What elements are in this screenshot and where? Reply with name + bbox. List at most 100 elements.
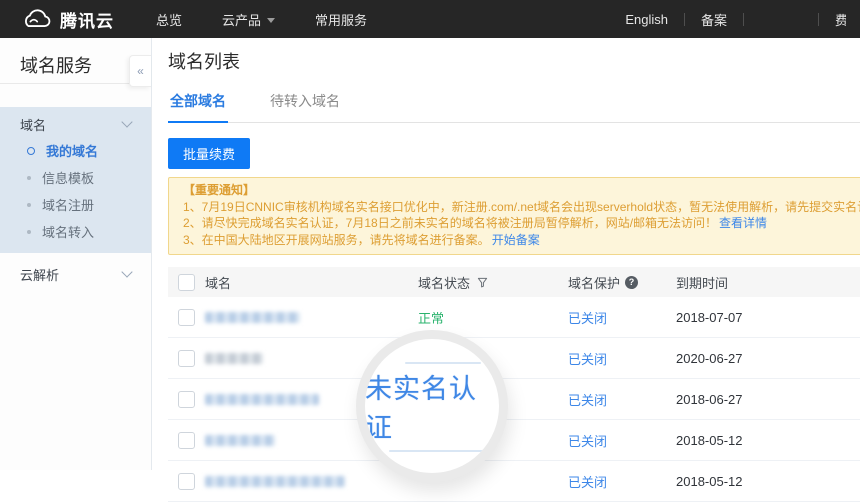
sidebar-group-header-dns[interactable]: 云解析 — [0, 261, 151, 287]
nav-item-label: 云产品 — [222, 10, 261, 29]
table-row: 正常 已关闭 2018-07-07 未开启 — [168, 297, 860, 338]
tab-bar: 全部域名 待转入域名 — [168, 91, 860, 123]
nav-right: English 备案 费 — [625, 10, 846, 29]
sidebar-group-domain: 域名 我的域名 信息模板 域名注册 域名转入 — [0, 107, 151, 253]
expire-date: 2020-06-27 — [676, 351, 808, 366]
sidebar-item-label: 信息模板 — [42, 168, 94, 187]
column-header-auto-renew: 自动续费 — [808, 273, 860, 292]
row-checkbox[interactable] — [178, 473, 195, 490]
sidebar-item-info-template[interactable]: 信息模板 — [0, 164, 151, 191]
domain-protection-link[interactable]: 已关闭 — [568, 349, 607, 368]
sidebar-group-header-domain[interactable]: 域名 — [0, 111, 151, 137]
sidebar-item-domain-transfer-in[interactable]: 域名转入 — [0, 218, 151, 245]
row-checkbox[interactable] — [178, 432, 195, 449]
chevron-down-icon — [121, 266, 132, 277]
column-header-protection: 域名保护 ? — [568, 273, 676, 292]
watermark-text: 未实名认证 — [365, 367, 499, 445]
sidebar-group-dns: 云解析 — [0, 253, 151, 295]
batch-renew-button[interactable]: 批量续费 — [168, 138, 250, 169]
domain-blurred[interactable] — [205, 312, 300, 323]
magnifier-watermark: 未实名认证 — [356, 330, 508, 482]
chevron-down-icon — [121, 116, 132, 127]
bullet-icon — [27, 230, 31, 234]
sidebar-collapse-button[interactable]: « — [129, 55, 151, 87]
expire-date: 2018-05-12 — [676, 474, 808, 489]
nav-divider — [684, 13, 685, 26]
expire-date: 2018-05-12 — [676, 433, 808, 448]
nav-item-label: 总览 — [156, 10, 182, 29]
domain-protection-link[interactable]: 已关闭 — [568, 431, 607, 450]
bullet-icon — [27, 203, 31, 207]
group-label: 云解析 — [20, 265, 59, 284]
tencent-cloud-logo[interactable]: 腾讯云 — [20, 7, 114, 32]
chevron-down-icon — [267, 18, 275, 23]
nav-item-billing-partial[interactable]: 费 — [835, 10, 846, 29]
tab-pending-transfer-in[interactable]: 待转入域名 — [268, 91, 342, 122]
sidebar-item-label: 域名注册 — [42, 195, 94, 214]
notice-text: 3、在中国大陆地区开展网站服务，请先将域名进行备案。 — [183, 233, 490, 247]
nav-item-beian[interactable]: 备案 — [701, 10, 727, 29]
domain-blurred[interactable] — [205, 476, 345, 487]
filter-icon[interactable] — [477, 277, 488, 288]
domain-table: 域名 域名状态 域名保护 ? 到期时间 自动续费 正常 已关闭 2018-07-… — [168, 267, 860, 502]
column-header-domain: 域名 — [205, 273, 418, 292]
group-label: 域名 — [20, 115, 46, 134]
column-header-expire: 到期时间 — [676, 273, 808, 292]
expire-date: 2018-07-07 — [676, 310, 808, 325]
row-checkbox[interactable] — [178, 350, 195, 367]
column-header-status: 域名状态 — [418, 273, 568, 292]
top-navbar: 腾讯云 总览 云产品 常用服务 English 备案 费 — [0, 0, 860, 38]
notice-line-3: 3、在中国大陆地区开展网站服务，请先将域名进行备案。开始备案 — [183, 232, 860, 249]
view-details-link[interactable]: 查看详情 — [719, 216, 767, 230]
logo-text: 腾讯云 — [60, 7, 114, 32]
domain-blurred[interactable] — [205, 353, 263, 364]
bullet-icon — [27, 147, 35, 155]
notice-text: 1、7月19日CNNIC审核机构域名实名接口优化中，新注册.com/.net域名… — [183, 200, 860, 214]
bullet-icon — [27, 176, 31, 180]
column-label: 域名状态 — [418, 273, 470, 292]
notice-line-2: 2、请尽快完成域名实名认证，7月18日之前未实名的域名将被注册局暂停解析，网站/… — [183, 215, 860, 232]
start-beian-link[interactable]: 开始备案 — [492, 233, 540, 247]
nav-item-overview[interactable]: 总览 — [156, 10, 182, 29]
nav-divider — [818, 13, 819, 26]
nav-menu: 总览 云产品 常用服务 — [156, 10, 367, 29]
domain-blurred[interactable] — [205, 394, 319, 405]
row-checkbox[interactable] — [178, 309, 195, 326]
page-title: 域名列表 — [168, 50, 860, 74]
nav-user-area — [760, 19, 802, 20]
sidebar-item-label: 域名转入 — [42, 222, 94, 241]
table-row: 已关闭 2018-05-12 未开启 — [168, 461, 860, 502]
table-header-row: 域名 域名状态 域名保护 ? 到期时间 自动续费 — [168, 267, 860, 297]
select-all-checkbox[interactable] — [178, 274, 195, 291]
language-switch[interactable]: English — [625, 12, 668, 27]
sidebar-item-my-domains[interactable]: 我的域名 — [0, 137, 151, 164]
collapse-icon: « — [137, 64, 144, 78]
nav-item-common-services[interactable]: 常用服务 — [315, 10, 367, 29]
nav-item-cloud-products[interactable]: 云产品 — [222, 10, 275, 29]
nav-item-label: 常用服务 — [315, 10, 367, 29]
notice-text: 2、请尽快完成域名实名认证，7月18日之前未实名的域名将被注册局暂停解析，网站/… — [183, 216, 717, 230]
notice-line-1: 1、7月19日CNNIC审核机构域名实名接口优化中，新注册.com/.net域名… — [183, 199, 860, 216]
domain-status: 正常 — [418, 308, 444, 327]
help-icon[interactable]: ? — [625, 276, 638, 289]
sidebar-item-label: 我的域名 — [46, 141, 98, 160]
magnified-blur-line — [405, 362, 481, 364]
table-row: 已关闭 2018-06-27 未开启 — [168, 379, 860, 420]
domain-protection-link[interactable]: 已关闭 — [568, 308, 607, 327]
column-label: 域名保护 — [568, 273, 620, 292]
tab-all-domains[interactable]: 全部域名 — [168, 91, 228, 123]
table-body: 正常 已关闭 2018-07-07 未开启 正常 已关闭 2020-06-27 … — [168, 297, 860, 502]
magnified-blur-line — [389, 450, 485, 452]
cloud-logo-icon — [20, 9, 52, 30]
sidebar: 域名服务 « 域名 我的域名 信息模板 域名注册 — [0, 38, 152, 470]
sidebar-item-domain-register[interactable]: 域名注册 — [0, 191, 151, 218]
important-notice-box: 【重要通知】 1、7月19日CNNIC审核机构域名实名接口优化中，新注册.com… — [168, 177, 860, 255]
table-row: 已关闭 2018-05-12 未开启 — [168, 420, 860, 461]
expire-date: 2018-06-27 — [676, 392, 808, 407]
row-checkbox[interactable] — [178, 391, 195, 408]
table-row: 正常 已关闭 2020-06-27 未开启 — [168, 338, 860, 379]
domain-protection-link[interactable]: 已关闭 — [568, 472, 607, 491]
domain-blurred[interactable] — [205, 435, 275, 446]
notice-title: 【重要通知】 — [183, 182, 860, 199]
domain-protection-link[interactable]: 已关闭 — [568, 390, 607, 409]
